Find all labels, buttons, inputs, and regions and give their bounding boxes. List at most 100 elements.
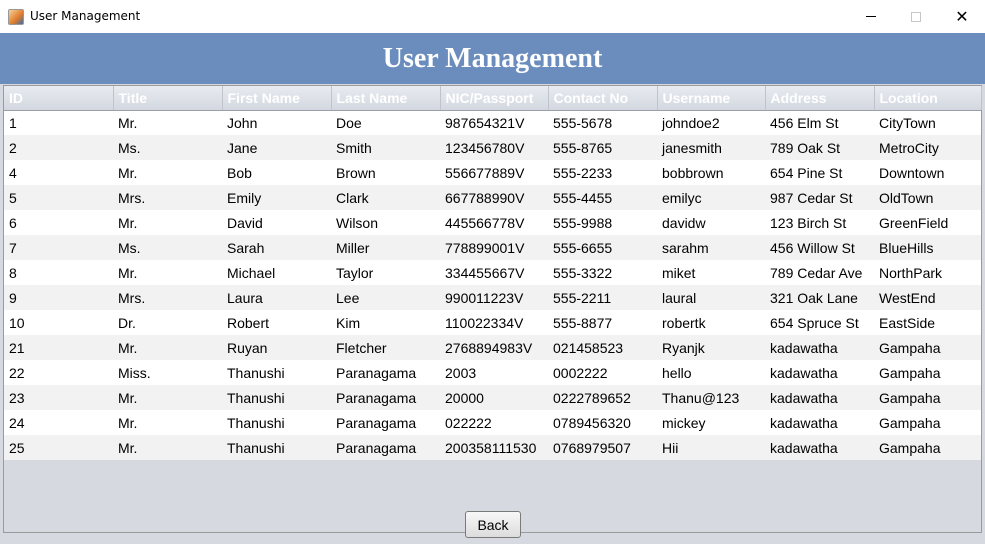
table-cell[interactable]: 555-8765	[548, 135, 657, 160]
table-cell[interactable]: 9	[4, 285, 113, 310]
table-cell[interactable]: 2003	[440, 360, 548, 385]
table-row[interactable]: 5 Mrs. Emily Clark 667788990V 555-4455 emilyc 9…	[4, 185, 981, 210]
table-cell[interactable]: kadawatha	[765, 410, 874, 435]
table-cell[interactable]: 654 Spruce St	[765, 310, 874, 335]
table-row[interactable]: 7 Ms. Sarah Miller 778899001V 555-6655 sarahm 4…	[4, 235, 981, 260]
table-cell[interactable]: Bob	[222, 160, 331, 185]
table-cell[interactable]: 1	[4, 110, 113, 135]
table-cell[interactable]: hello	[657, 360, 765, 385]
table-cell[interactable]: 8	[4, 260, 113, 285]
table-cell[interactable]: 555-4455	[548, 185, 657, 210]
table-cell[interactable]: 21	[4, 335, 113, 360]
table-cell[interactable]: 7	[4, 235, 113, 260]
column-header[interactable]: NIC/Passport	[440, 86, 549, 111]
table-cell[interactable]: 10	[4, 310, 113, 335]
table-cell[interactable]: 23	[4, 385, 113, 410]
table-cell[interactable]: 556677889V	[440, 160, 548, 185]
table-row[interactable]: 22 Miss. Thanushi Paranagama 2003 0002222 hell…	[4, 360, 981, 385]
table-cell[interactable]: johndoe2	[657, 110, 765, 135]
table-cell[interactable]: 667788990V	[440, 185, 548, 210]
table-cell[interactable]: Thanushi	[222, 435, 331, 460]
table-cell[interactable]: 20000	[440, 385, 548, 410]
back-button[interactable]: Back	[465, 511, 521, 538]
table-cell[interactable]: janesmith	[657, 135, 765, 160]
table-cell[interactable]: Robert	[222, 310, 331, 335]
table-cell[interactable]: 24	[4, 410, 113, 435]
table-cell[interactable]: davidw	[657, 210, 765, 235]
maximize-button[interactable]	[893, 0, 939, 33]
minimize-button[interactable]	[848, 0, 894, 33]
table-cell[interactable]: 022222	[440, 410, 548, 435]
table-cell[interactable]: Ryanjk	[657, 335, 765, 360]
table-cell[interactable]: 778899001V	[440, 235, 548, 260]
table-cell[interactable]: 456 Willow St	[765, 235, 874, 260]
table-cell[interactable]: kadawatha	[765, 385, 874, 410]
table-cell[interactable]: Taylor	[331, 260, 440, 285]
table-row[interactable]: 25 Mr. Thanushi Paranagama 200358111530 07689…	[4, 435, 981, 460]
column-header[interactable]: First Name	[222, 86, 332, 111]
table-cell[interactable]: Miller	[331, 235, 440, 260]
table-cell[interactable]: Mr.	[113, 410, 222, 435]
table-cell[interactable]: Paranagama	[331, 410, 440, 435]
table-cell[interactable]: Ms.	[113, 135, 222, 160]
table-row[interactable]: 21 Mr. Ruyan Fletcher 2768894983V 021458523 Ry…	[4, 335, 981, 360]
table-cell[interactable]: Sarah	[222, 235, 331, 260]
users-table-container[interactable]: ID Title First Name Last Name NIC/Passport Co…	[3, 85, 982, 533]
table-cell[interactable]: Mr.	[113, 385, 222, 410]
table-row[interactable]: 23 Mr. Thanushi Paranagama 20000 0222789652 Th…	[4, 385, 981, 410]
table-cell[interactable]: 555-5678	[548, 110, 657, 135]
table-cell[interactable]: WestEnd	[874, 285, 981, 310]
table-cell[interactable]: Paranagama	[331, 435, 440, 460]
table-cell[interactable]: 789 Oak St	[765, 135, 874, 160]
table-row[interactable]: 6 Mr. David Wilson 445566778V 555-9988 davidw 1…	[4, 210, 981, 235]
table-cell[interactable]: MetroCity	[874, 135, 981, 160]
column-header[interactable]: Address	[765, 86, 875, 111]
table-cell[interactable]: Thanu@123	[657, 385, 765, 410]
table-cell[interactable]: Clark	[331, 185, 440, 210]
table-cell[interactable]: 4	[4, 160, 113, 185]
table-cell[interactable]: 334455667V	[440, 260, 548, 285]
table-cell[interactable]: Hii	[657, 435, 765, 460]
table-cell[interactable]: 990011223V	[440, 285, 548, 310]
table-cell[interactable]: David	[222, 210, 331, 235]
table-cell[interactable]: Paranagama	[331, 385, 440, 410]
table-cell[interactable]: 321 Oak Lane	[765, 285, 874, 310]
column-header[interactable]: Username	[657, 86, 766, 111]
table-cell[interactable]: 6	[4, 210, 113, 235]
table-cell[interactable]: 021458523	[548, 335, 657, 360]
table-cell[interactable]: 0789456320	[548, 410, 657, 435]
close-button[interactable]: ✕	[939, 0, 985, 33]
table-row[interactable]: 1 Mr. John Doe 987654321V 555-5678 johndoe2 456…	[4, 110, 981, 135]
table-cell[interactable]: 2768894983V	[440, 335, 548, 360]
table-cell[interactable]: Kim	[331, 310, 440, 335]
table-cell[interactable]: emilyc	[657, 185, 765, 210]
table-cell[interactable]: Ruyan	[222, 335, 331, 360]
table-row[interactable]: 10 Dr. Robert Kim 110022334V 555-8877 robertk 6…	[4, 310, 981, 335]
table-cell[interactable]: kadawatha	[765, 335, 874, 360]
table-cell[interactable]: 445566778V	[440, 210, 548, 235]
table-cell[interactable]: Gampaha	[874, 410, 981, 435]
table-cell[interactable]: mickey	[657, 410, 765, 435]
column-header[interactable]: Title	[113, 86, 223, 111]
table-cell[interactable]: 555-6655	[548, 235, 657, 260]
table-cell[interactable]: Mrs.	[113, 285, 222, 310]
table-row[interactable]: 8 Mr. Michael Taylor 334455667V 555-3322 miket…	[4, 260, 981, 285]
table-cell[interactable]: kadawatha	[765, 360, 874, 385]
table-cell[interactable]: 22	[4, 360, 113, 385]
table-cell[interactable]: 0222789652	[548, 385, 657, 410]
table-cell[interactable]: 5	[4, 185, 113, 210]
table-cell[interactable]: NorthPark	[874, 260, 981, 285]
table-row[interactable]: 4 Mr. Bob Brown 556677889V 555-2233 bobbrown 65…	[4, 160, 981, 185]
table-cell[interactable]: Mr.	[113, 110, 222, 135]
table-cell[interactable]: Downtown	[874, 160, 981, 185]
table-cell[interactable]: 555-9988	[548, 210, 657, 235]
table-cell[interactable]: John	[222, 110, 331, 135]
table-cell[interactable]: Lee	[331, 285, 440, 310]
table-cell[interactable]: GreenField	[874, 210, 981, 235]
table-cell[interactable]: Dr.	[113, 310, 222, 335]
table-cell[interactable]: bobbrown	[657, 160, 765, 185]
table-cell[interactable]: Miss.	[113, 360, 222, 385]
table-cell[interactable]: Mr.	[113, 160, 222, 185]
table-cell[interactable]: 987654321V	[440, 110, 548, 135]
table-cell[interactable]: OldTown	[874, 185, 981, 210]
